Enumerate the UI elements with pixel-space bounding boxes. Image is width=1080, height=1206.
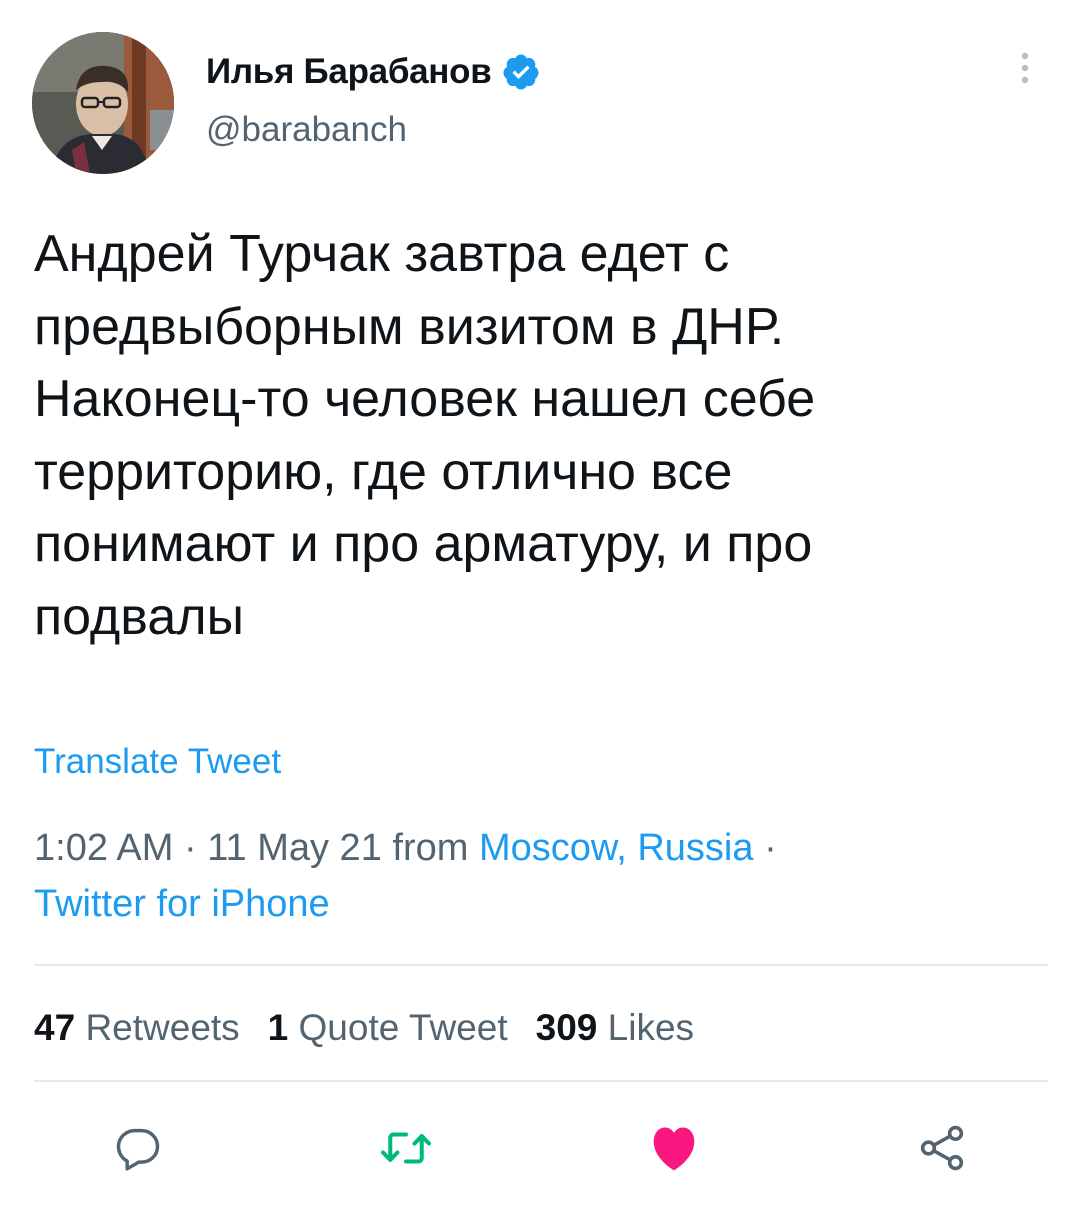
tweet-location-link[interactable]: Moscow, Russia xyxy=(479,827,754,869)
retweet-button[interactable] xyxy=(376,1118,436,1178)
quote-tweets-stat[interactable]: 1 Quote Tweet xyxy=(268,1007,508,1048)
meta-separator: · xyxy=(764,827,777,869)
tweet-stats: 47 Retweets 1 Quote Tweet 309 Likes xyxy=(34,1000,694,1056)
retweets-count: 47 xyxy=(34,1007,76,1048)
more-options-icon[interactable] xyxy=(1010,48,1040,88)
quote-tweets-count: 1 xyxy=(267,1007,289,1048)
likes-label: Likes xyxy=(607,1007,695,1048)
divider xyxy=(34,964,1048,966)
retweets-stat[interactable]: 47 Retweets xyxy=(34,1007,240,1048)
share-button[interactable] xyxy=(912,1118,972,1178)
retweets-label: Retweets xyxy=(85,1007,240,1048)
verified-badge-icon xyxy=(503,54,539,90)
quote-tweets-label: Quote Tweet xyxy=(298,1007,508,1048)
divider xyxy=(34,1080,1048,1082)
author-name-row[interactable]: Илья Барабанов xyxy=(206,44,541,100)
tweet-text: Андрей Турчак завтра едет с предвыборным… xyxy=(34,225,816,646)
like-button[interactable] xyxy=(644,1118,704,1178)
tweet-source-link[interactable]: Twitter for iPhone xyxy=(34,883,330,925)
tweet-detail: Илья Барабанов @barabanch Андрей Турчак … xyxy=(0,0,1080,1206)
tweet-time[interactable]: 1:02 AM xyxy=(34,827,173,869)
tweet-metadata: 1:02 AM · 11 May 21 from Moscow, Russia … xyxy=(34,820,1044,932)
avatar[interactable] xyxy=(32,32,174,174)
tweet-from-label: from xyxy=(392,827,479,869)
likes-stat[interactable]: 309 Likes xyxy=(536,1007,694,1048)
retweet-icon xyxy=(381,1132,431,1164)
heart-icon xyxy=(653,1127,695,1171)
share-icon xyxy=(920,1125,964,1171)
avatar-photo xyxy=(32,32,174,174)
reply-button[interactable] xyxy=(108,1118,168,1178)
author-handle[interactable]: @barabanch xyxy=(206,110,407,150)
author-display-name[interactable]: Илья Барабанов xyxy=(206,52,492,92)
meta-separator: · xyxy=(183,827,208,869)
translate-tweet-link[interactable]: Translate Tweet xyxy=(34,742,281,782)
tweet-date[interactable]: 11 May 21 xyxy=(207,827,382,869)
likes-count: 309 xyxy=(535,1007,598,1048)
reply-icon xyxy=(116,1128,160,1171)
